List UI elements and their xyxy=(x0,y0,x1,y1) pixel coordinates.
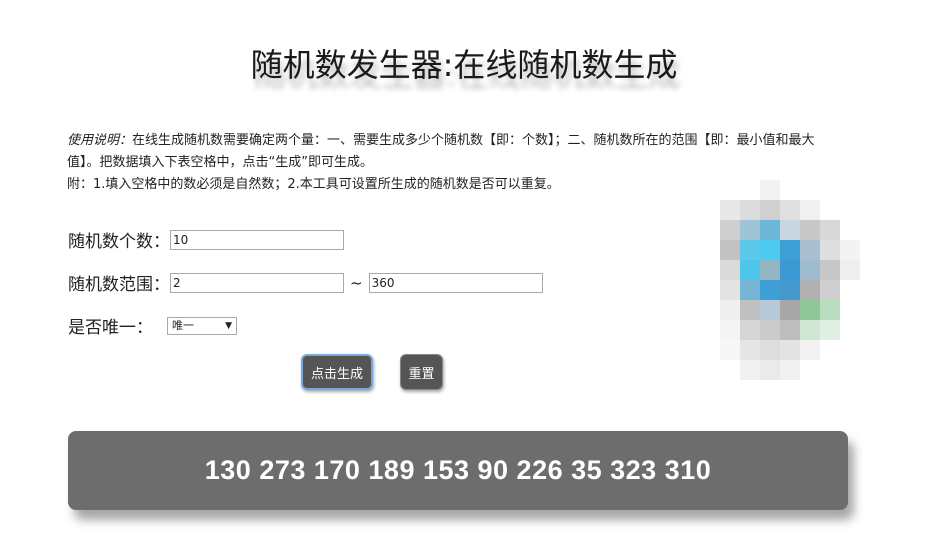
range-min-input[interactable]: 2 xyxy=(170,272,344,293)
chevron-down-icon: ▼ xyxy=(225,320,232,331)
reset-button[interactable]: 重置 xyxy=(400,354,443,390)
page-title: 随机数发生器:在线随机数生成 xyxy=(250,46,678,84)
usage-label: 使用说明： xyxy=(67,133,133,148)
range-max-input[interactable]: 360 xyxy=(368,272,543,293)
result-panel: 130 273 170 189 153 90 226 35 323 310 xyxy=(68,431,848,510)
unique-select[interactable]: 唯一 ▼ xyxy=(167,316,237,335)
usage-line-1: 使用说明：在线生成随机数需要确定两个量：一、需要生成多少个随机数【即：个数】；二… xyxy=(67,130,839,174)
generate-button[interactable]: 点击生成 xyxy=(301,354,373,390)
count-row: 随机数个数： 10 xyxy=(68,227,344,252)
range-label: 随机数范围： xyxy=(68,275,170,295)
unique-label: 是否唯一： xyxy=(68,318,153,338)
pixel-blocks xyxy=(720,180,860,380)
pixelated-qr-image xyxy=(720,180,860,380)
unique-selected-value: 唯一 xyxy=(172,318,194,332)
range-separator: ~ xyxy=(350,273,363,292)
range-row: 随机数范围： 2 ~ 360 xyxy=(68,270,543,295)
usage-text: 在线生成随机数需要确定两个量：一、需要生成多少个随机数【即：个数】；二、随机数所… xyxy=(67,133,815,170)
count-label: 随机数个数： xyxy=(68,232,170,252)
count-input[interactable]: 10 xyxy=(170,229,344,250)
unique-row: 是否唯一： 唯一 ▼ xyxy=(68,313,237,338)
